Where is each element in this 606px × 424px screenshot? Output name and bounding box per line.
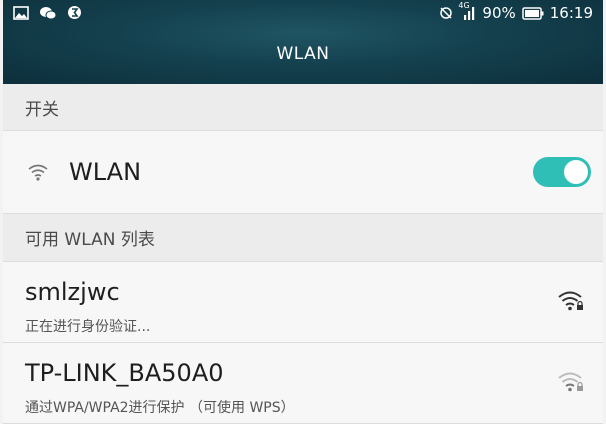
app-header: 4G 90% 16:19 WLAN [3,0,603,84]
network-type-label: 4G [458,1,470,10]
network-ssid: TP-LINK_BA50A0 [25,359,224,387]
wifi-signal-weak-locked-icon [557,371,585,397]
vibrate-icon [438,5,454,21]
wifi-signal-locked-icon [557,290,585,316]
section-title-networks: 可用 WLAN 列表 [25,230,155,250]
wlan-toggle-row[interactable]: WLAN [3,131,603,214]
wlan-label: WLAN [69,158,142,186]
network-status: 正在进行身份验证... [25,319,151,335]
wifi-icon [27,163,49,185]
network-status: 通过WPA/WPA2进行保护 （可使用 WPS） [25,400,295,416]
battery-percent: 90% [482,4,516,22]
network-ssid: smlzjwc [25,278,120,306]
network-item[interactable]: TP-LINK_BA50A0 通过WPA/WPA2进行保护 （可使用 WPS） [3,343,603,424]
image-icon [13,5,29,20]
notification-icon [67,5,82,20]
section-header-switch: 开关 [3,84,603,131]
cellular-signal-icon: 4G [458,1,476,21]
section-header-networks: 可用 WLAN 列表 [3,214,603,262]
wechat-icon [39,6,57,20]
status-bar: 4G 90% 16:19 [3,0,603,26]
clock: 16:19 [549,4,593,22]
battery-icon [522,6,544,20]
screen: 4G 90% 16:19 WLAN 开关 WLAN 可用 WLAN 列表 sml… [3,0,603,424]
page-title: WLAN [276,44,330,64]
section-title-switch: 开关 [25,99,59,120]
network-item[interactable]: smlzjwc 正在进行身份验证... [3,262,603,343]
toggle-knob [564,160,588,184]
wlan-toggle-switch[interactable] [533,157,591,187]
